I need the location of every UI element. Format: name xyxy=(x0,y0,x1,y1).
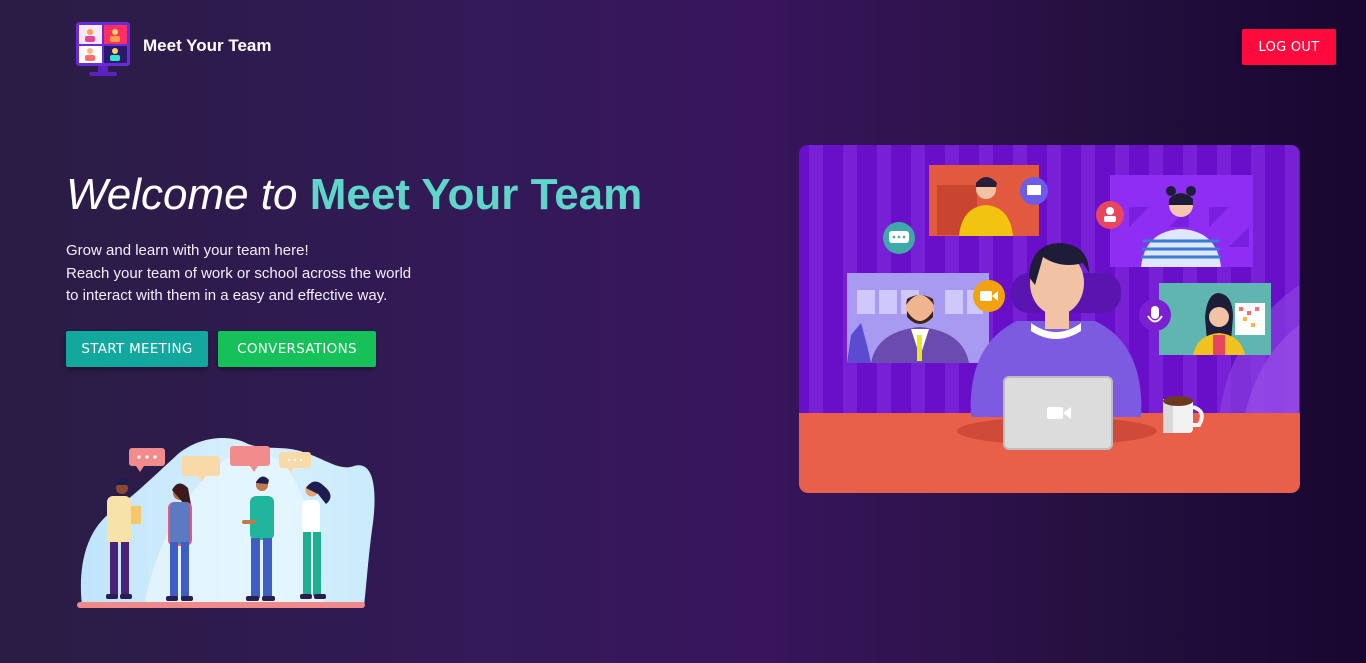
hero-line: Grow and learn with your team here! xyxy=(66,242,309,259)
brand[interactable]: Meet Your Team xyxy=(74,20,271,78)
conversations-button[interactable]: CONVERSATIONS xyxy=(218,331,376,367)
app-name: Meet Your Team xyxy=(143,36,272,55)
team-chatting-illustration xyxy=(77,438,375,608)
video-conference-monitor-icon xyxy=(76,22,130,76)
hero-line: Reach your team of work or school across… xyxy=(66,264,412,282)
hero-title: Welcome to Meet Your Team xyxy=(66,170,642,220)
hero-description: Grow and learn with your team here! Reac… xyxy=(66,240,411,308)
hero-title-highlight: Meet Your Team xyxy=(309,170,643,219)
logout-button[interactable]: LOG OUT xyxy=(1242,29,1336,65)
video-meeting-illustration xyxy=(799,145,1300,493)
hero-line: to interact with them in a easy and effe… xyxy=(66,287,388,304)
navbar: Meet Your Team LOG OUT xyxy=(0,0,1366,95)
hero-title-prefix: Welcome to xyxy=(66,170,298,219)
start-meeting-button[interactable]: START MEETING xyxy=(66,331,208,367)
